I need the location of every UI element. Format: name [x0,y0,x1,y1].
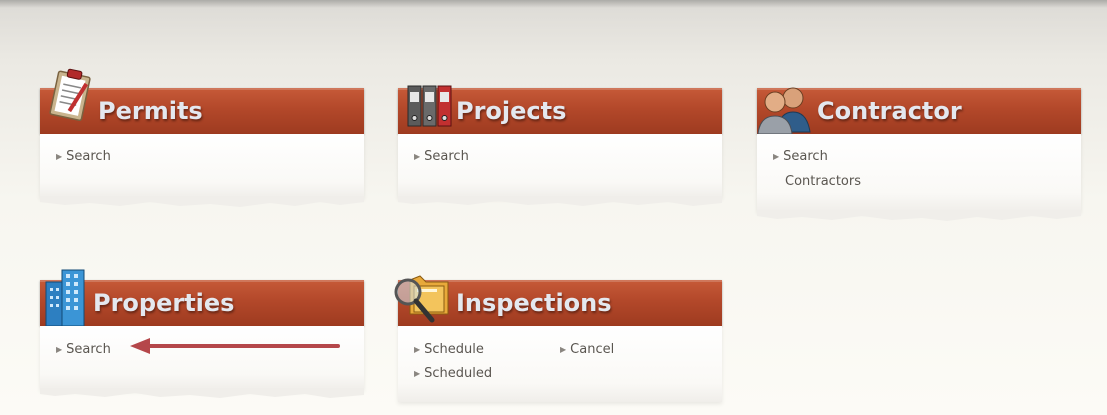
inspections-title[interactable]: Inspections [456,288,612,318]
annotation-arrow [130,338,340,354]
projects-search-label[interactable]: Search [424,149,469,164]
permits-search-link[interactable]: ▶ Search [56,149,111,164]
triangle-right-icon: ▶ [56,345,63,354]
properties-search-link[interactable]: ▶ Search [56,342,111,357]
clipboard-icon [49,68,91,122]
top-shadow [0,0,1107,8]
inspections-panel: Inspections ▶ Schedule ▶ Cancel ▶ Scheduled [394,275,722,415]
triangle-right-icon: ▶ [56,152,63,161]
properties-search-label[interactable]: Search [66,342,111,357]
magnifier-folder-icon [394,275,449,323]
inspections-scheduled-label[interactable]: Scheduled [424,366,492,381]
inspections-scheduled-link[interactable]: ▶ Scheduled [414,366,492,381]
torn-edge [40,196,364,207]
triangle-right-icon: ▶ [414,369,421,378]
contractor-search-label-line2[interactable]: Contractors [785,174,861,189]
contractor-search-link[interactable]: ▶ Search [773,149,828,164]
people-icon [757,87,811,134]
permits-title[interactable]: Permits [98,96,203,126]
projects-panel: Projects ▶ Search [398,85,722,213]
inspections-body: ▶ Schedule ▶ Cancel ▶ Scheduled [398,326,722,402]
binders-icon [407,85,452,127]
triangle-right-icon: ▶ [414,345,421,354]
triangle-right-icon: ▶ [560,345,567,354]
permits-search-label[interactable]: Search [66,149,111,164]
triangle-right-icon: ▶ [414,152,421,161]
permits-panel: Permits ▶ Search [40,68,364,213]
contractor-panel: Contractor ▶ Search Contractors [757,87,1081,233]
torn-edge [40,388,364,398]
contractor-search-label[interactable]: Search [783,149,828,164]
inspections-cancel-label[interactable]: Cancel [570,342,614,357]
building-icon [45,269,85,326]
torn-edge [398,196,722,206]
projects-body: ▶ Search [398,134,722,198]
projects-title[interactable]: Projects [456,96,566,126]
inspections-schedule-link[interactable]: ▶ Schedule [414,342,484,357]
properties-title[interactable]: Properties [93,288,234,318]
contractor-title[interactable]: Contractor [817,96,962,126]
projects-search-link[interactable]: ▶ Search [414,149,469,164]
contractor-body: ▶ Search Contractors [757,134,1081,212]
permits-body: ▶ Search [40,134,364,198]
triangle-right-icon: ▶ [773,152,780,161]
inspections-cancel-link[interactable]: ▶ Cancel [560,342,614,357]
torn-edge [757,210,1081,221]
contractor-search-link-line2[interactable]: Contractors [785,174,861,189]
inspections-schedule-label[interactable]: Schedule [424,342,484,357]
